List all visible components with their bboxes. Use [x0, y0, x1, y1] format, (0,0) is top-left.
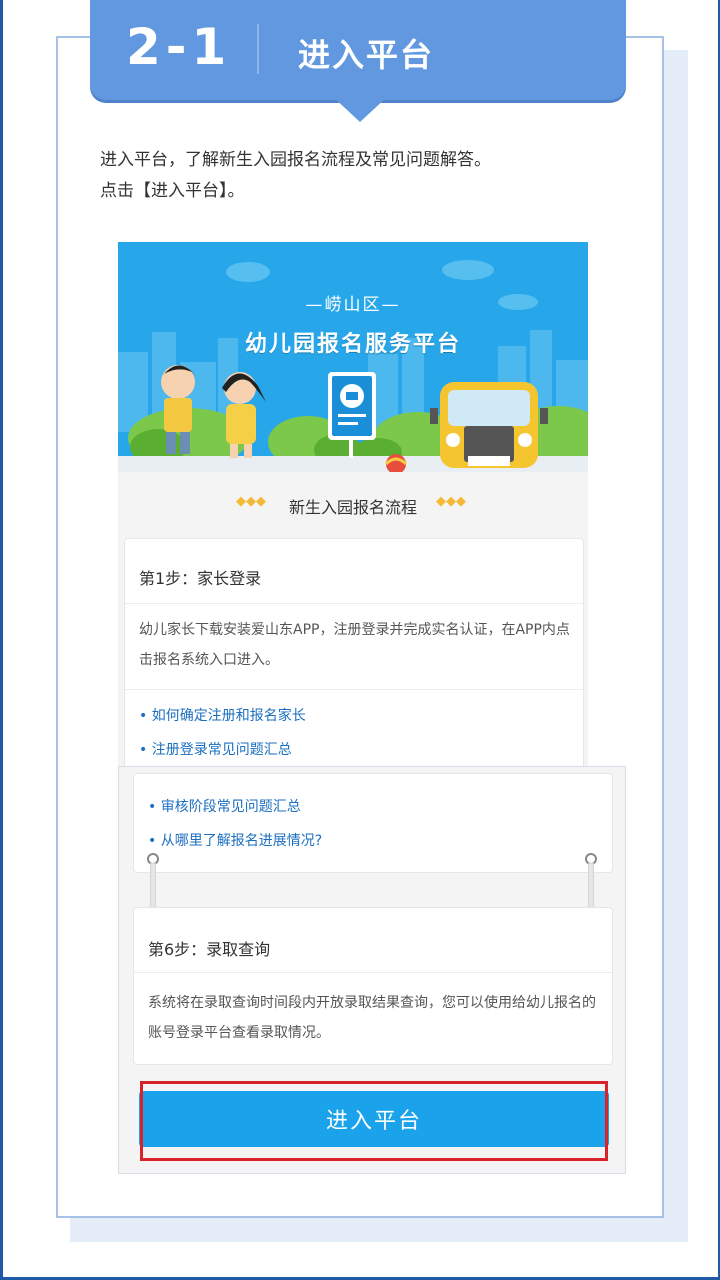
- step-1-divider: [125, 603, 583, 604]
- step-number: 2-1: [126, 18, 232, 76]
- header-divider: [257, 24, 259, 74]
- flow-title-deco-right: ◆◆◆: [436, 494, 466, 509]
- link-review-faq[interactable]: • 审核阶段常见问题汇总: [148, 796, 301, 816]
- step-6-description: 系统将在录取查询时间段内开放录取结果查询，您可以使用给幼儿报名的账号登录平台查看…: [148, 995, 596, 1041]
- step-1-divider-2: [125, 689, 583, 690]
- intro-line-1: 进入平台，了解新生入园报名流程及常见问题解答。: [100, 150, 491, 170]
- step-1-card: 第1步：家长登录 幼儿家长下载安装爱山东APP，注册登录并完成实名认证，在APP…: [124, 538, 584, 782]
- app-screenshot-top: —崂山区— 幼儿园报名服务平台 ◆◆◆ 新生入园报名流程 ◆◆◆ 第1步：家长登…: [118, 242, 588, 782]
- flow-section-title: 新生入园报名流程: [288, 498, 417, 517]
- banner-title: 幼儿园报名服务平台: [244, 332, 461, 357]
- platform-banner: —崂山区— 幼儿园报名服务平台: [118, 242, 588, 472]
- step-1-heading: 第1步：家长登录: [139, 569, 262, 588]
- step-review-card: • 审核阶段常见问题汇总 • 从哪里了解报名进展情况?: [133, 773, 613, 873]
- header-pointer: [332, 96, 388, 122]
- banner-region-label: —崂山区—: [305, 295, 401, 315]
- intro-line-2: 点击【进入平台】。: [100, 181, 245, 201]
- link-register-parent[interactable]: • 如何确定注册和报名家长: [139, 705, 306, 725]
- step-6-divider: [134, 972, 612, 973]
- step-6-card: 第6步：录取查询 系统将在录取查询时间段内开放录取结果查询，您可以使用给幼儿报名…: [133, 907, 613, 1065]
- step-1-description: 幼儿家长下载安装爱山东APP，注册登录并完成实名认证，在APP内点击报名系统入口…: [139, 622, 570, 668]
- connector-rod: [588, 863, 594, 913]
- frame-left-border: [0, 0, 3, 1280]
- connector-rod: [150, 863, 156, 913]
- step-6-heading: 第6步：录取查询: [148, 940, 271, 959]
- link-login-faq[interactable]: • 注册登录常见问题汇总: [139, 739, 292, 759]
- link-progress-info[interactable]: • 从哪里了解报名进展情况?: [148, 830, 322, 850]
- highlight-box: [140, 1081, 608, 1161]
- step-title: 进入平台: [298, 36, 435, 74]
